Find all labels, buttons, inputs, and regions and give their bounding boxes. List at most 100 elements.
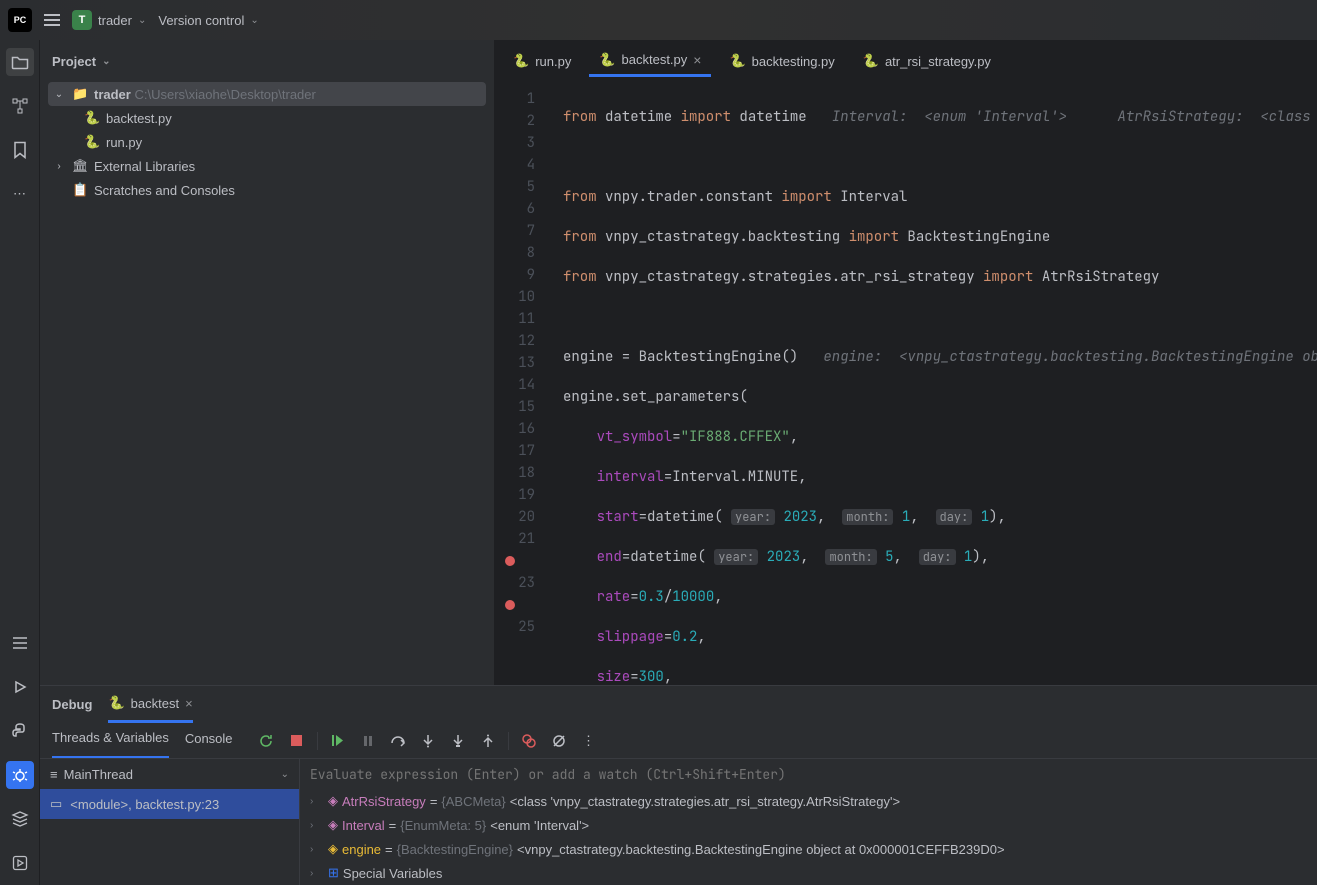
var-row[interactable]: › ◈ Interval = {EnumMeta: 5} <enum 'Inte… bbox=[300, 813, 1317, 837]
stack-frame[interactable]: ▭ <module>, backtest.py:23 bbox=[40, 789, 299, 819]
project-panel: Project ⌄ ⌄ 📁 trader C:\Users\xiaohe\Des… bbox=[40, 40, 495, 685]
evaluate-input[interactable] bbox=[310, 766, 1307, 783]
step-over-icon bbox=[390, 734, 406, 748]
var-eq: = bbox=[430, 794, 438, 809]
structure-tool-button[interactable] bbox=[6, 92, 34, 120]
rerun-button[interactable] bbox=[257, 731, 277, 751]
vcs-dropdown[interactable]: Version control ⌄ bbox=[158, 13, 258, 28]
python-file-icon: 🐍 bbox=[729, 53, 745, 69]
thread-selector[interactable]: ≡ MainThread ⌄ bbox=[40, 759, 299, 789]
var-type: {ABCMeta} bbox=[441, 794, 505, 809]
scratch-icon: 📋 bbox=[72, 182, 88, 198]
tree-root[interactable]: ⌄ 📁 trader C:\Users\xiaohe\Desktop\trade… bbox=[48, 82, 486, 106]
step-out-button[interactable] bbox=[478, 731, 498, 751]
stop-icon bbox=[290, 734, 303, 747]
separator bbox=[508, 732, 509, 750]
services-icon bbox=[12, 855, 28, 871]
python-file-icon: 🐍 bbox=[84, 134, 100, 150]
upper-area: Project ⌄ ⌄ 📁 trader C:\Users\xiaohe\Des… bbox=[40, 40, 1317, 685]
project-tool-button[interactable] bbox=[6, 48, 34, 76]
kebab-icon: ⋮ bbox=[582, 733, 595, 749]
more-tool-button[interactable]: ⋯ bbox=[6, 180, 34, 208]
tree-label: Scratches and Consoles bbox=[94, 183, 235, 198]
main-menu-button[interactable] bbox=[44, 14, 60, 26]
var-row[interactable]: › ◈ engine = {BacktestingEngine} <vnpy_c… bbox=[300, 837, 1317, 861]
python-file-icon: 🐍 bbox=[108, 695, 124, 711]
threads-tab[interactable]: Threads & Variables bbox=[52, 723, 169, 758]
tab-atr-rsi[interactable]: 🐍 atr_rsi_strategy.py bbox=[853, 45, 1001, 77]
step-out-icon bbox=[481, 734, 495, 748]
tree-scratches[interactable]: 📋 Scratches and Consoles bbox=[48, 178, 486, 202]
breakpoint-icon[interactable] bbox=[505, 600, 515, 610]
var-name: AtrRsiStrategy bbox=[342, 794, 426, 809]
var-special[interactable]: › ⊞ Special Variables bbox=[300, 861, 1317, 885]
close-icon[interactable]: × bbox=[693, 52, 701, 68]
tab-run[interactable]: 🐍 run.py bbox=[503, 45, 581, 77]
thread-name: MainThread bbox=[64, 767, 133, 782]
var-name: engine bbox=[342, 842, 381, 857]
tree-root-path: C:\Users\xiaohe\Desktop\trader bbox=[134, 87, 315, 102]
chevron-right-icon: › bbox=[310, 820, 324, 831]
chevron-right-icon: › bbox=[310, 844, 324, 855]
step-over-button[interactable] bbox=[388, 731, 408, 751]
frame-icon: ▭ bbox=[50, 796, 62, 812]
separator bbox=[317, 732, 318, 750]
tree-root-name: trader bbox=[94, 87, 131, 102]
resume-button[interactable] bbox=[328, 731, 348, 751]
var-type: {EnumMeta: 5} bbox=[400, 818, 486, 833]
pause-button[interactable] bbox=[358, 731, 378, 751]
project-tree: ⌄ 📁 trader C:\Users\xiaohe\Desktop\trade… bbox=[40, 82, 494, 202]
code-area[interactable]: 12345 678910 1112131415 1617181920 21 23… bbox=[495, 82, 1317, 685]
step-into-my-button[interactable] bbox=[448, 731, 468, 751]
step-into-icon bbox=[421, 734, 435, 748]
library-icon: 🏛 bbox=[72, 158, 88, 174]
close-icon[interactable]: × bbox=[185, 696, 193, 711]
debug-toolbar: ⋮ bbox=[257, 731, 599, 751]
class-icon: ◈ bbox=[328, 793, 338, 809]
play-icon bbox=[13, 680, 27, 694]
services-tool-button[interactable] bbox=[6, 849, 34, 877]
vcs-label: Version control bbox=[158, 13, 244, 28]
var-value: <enum 'Interval'> bbox=[490, 818, 589, 833]
gutter[interactable]: 12345 678910 1112131415 1617181920 21 23… bbox=[495, 82, 553, 685]
evaluate-input-row[interactable] bbox=[300, 759, 1317, 789]
project-name: trader bbox=[98, 13, 132, 28]
debug-body: ≡ MainThread ⌄ ▭ <module>, backtest.py:2… bbox=[40, 759, 1317, 885]
todo-tool-button[interactable] bbox=[6, 629, 34, 657]
tab-backtest[interactable]: 🐍 backtest.py × bbox=[589, 45, 711, 77]
debug-tool-button[interactable] bbox=[6, 761, 34, 789]
chevron-down-icon: ⌄ bbox=[281, 769, 289, 780]
python-file-icon: 🐍 bbox=[84, 110, 100, 126]
class-icon: ◈ bbox=[328, 817, 338, 833]
more-button[interactable]: ⋮ bbox=[579, 731, 599, 751]
python-console-button[interactable] bbox=[6, 717, 34, 745]
debug-config-tab[interactable]: 🐍 backtest × bbox=[108, 686, 192, 723]
tree-file[interactable]: 🐍 run.py bbox=[48, 130, 486, 154]
step-into-button[interactable] bbox=[418, 731, 438, 751]
layers-icon bbox=[11, 810, 29, 828]
debug-panel: Debug 🐍 backtest × Threads & Variables C… bbox=[40, 685, 1317, 885]
bug-icon bbox=[12, 767, 28, 783]
chevron-right-icon: › bbox=[310, 868, 324, 879]
project-panel-header[interactable]: Project ⌄ bbox=[40, 40, 494, 82]
tab-backtesting[interactable]: 🐍 backtesting.py bbox=[719, 45, 844, 77]
chevron-right-icon: › bbox=[52, 161, 66, 172]
var-eq: = bbox=[385, 842, 393, 857]
var-row[interactable]: › ◈ AtrRsiStrategy = {ABCMeta} <class 'v… bbox=[300, 789, 1317, 813]
project-dropdown[interactable]: T trader ⌄ bbox=[72, 10, 146, 30]
bookmarks-tool-button[interactable] bbox=[6, 136, 34, 164]
chevron-down-icon: ⌄ bbox=[250, 15, 258, 26]
stop-button[interactable] bbox=[287, 731, 307, 751]
mute-breakpoints-button[interactable] bbox=[549, 731, 569, 751]
view-breakpoints-button[interactable] bbox=[519, 731, 539, 751]
run-tool-button[interactable] bbox=[6, 673, 34, 701]
breakpoint-icon[interactable] bbox=[505, 556, 515, 566]
packages-tool-button[interactable] bbox=[6, 805, 34, 833]
tree-file[interactable]: 🐍 backtest.py bbox=[48, 106, 486, 130]
debug-title: Debug bbox=[52, 697, 92, 712]
folder-icon bbox=[11, 53, 29, 71]
code-lines[interactable]: from datetime import datetime Interval: … bbox=[553, 82, 1317, 685]
tree-external-libs[interactable]: › 🏛 External Libraries bbox=[48, 154, 486, 178]
step-into-my-icon bbox=[451, 734, 465, 748]
console-tab[interactable]: Console bbox=[185, 723, 233, 758]
